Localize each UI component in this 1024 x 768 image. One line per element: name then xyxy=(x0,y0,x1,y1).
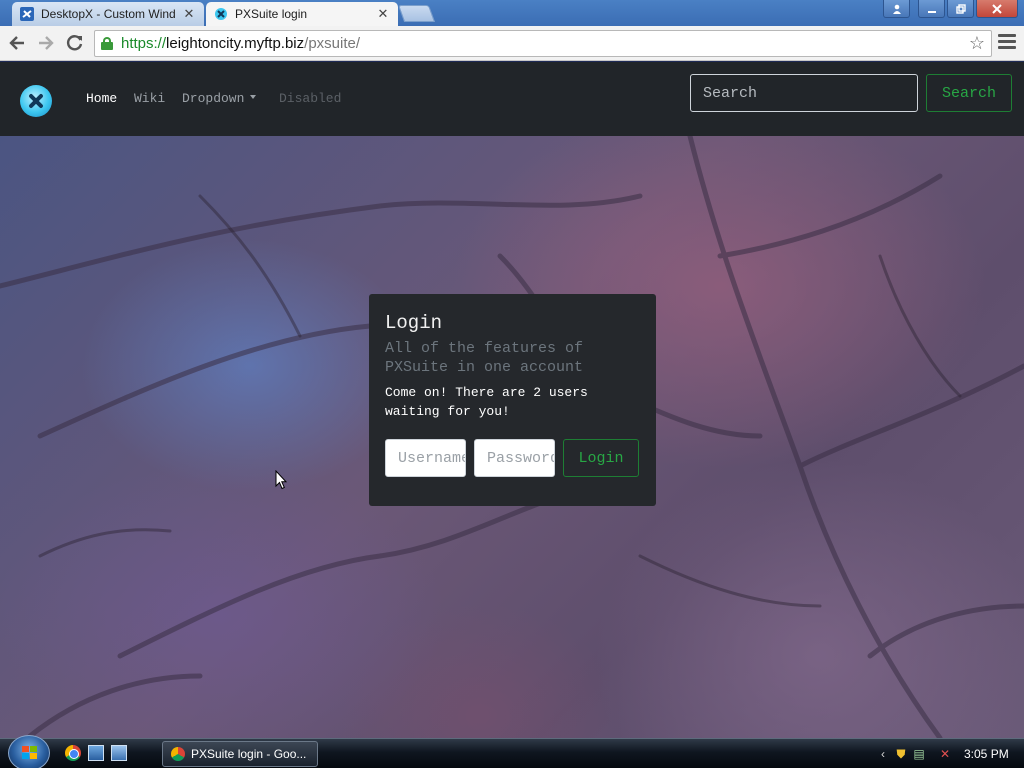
browser-titlebar: DesktopX - Custom Wind ✕ PXSuite login ✕ xyxy=(0,0,1024,26)
username-field[interactable] xyxy=(385,439,466,477)
close-window-button[interactable] xyxy=(976,0,1018,18)
clock[interactable]: 3:05 PM xyxy=(964,747,1009,761)
nav-link-label: Dropdown xyxy=(182,91,245,106)
windows-logo-icon xyxy=(22,746,38,761)
start-button[interactable] xyxy=(8,735,50,768)
address-bar[interactable]: https://leightoncity.myftp.biz/pxsuite/ … xyxy=(94,30,992,57)
taskbar-window-button[interactable]: PXSuite login - Goo... xyxy=(162,741,318,767)
tab-label: DesktopX - Custom Wind xyxy=(41,7,176,21)
tab-desktopx[interactable]: DesktopX - Custom Wind ✕ xyxy=(12,2,204,26)
mouse-cursor-icon xyxy=(275,470,287,490)
url-scheme: https:// xyxy=(121,35,167,52)
switch-windows-icon[interactable] xyxy=(111,745,127,761)
chrome-icon xyxy=(171,747,185,761)
volume-muted-icon[interactable]: ✕ xyxy=(938,747,952,761)
star-icon[interactable]: ☆ xyxy=(969,33,985,54)
tab-label: PXSuite login xyxy=(235,7,308,21)
card-title: Login xyxy=(385,312,443,334)
url-path: /pxsuite/ xyxy=(304,35,361,52)
restore-button[interactable] xyxy=(947,0,974,18)
windows-taskbar: PXSuite login - Goo... ‹ ⛊ ▤ ✕ 3:05 PM xyxy=(0,735,1024,768)
forward-arrow-icon[interactable] xyxy=(34,32,58,54)
nav-link-home[interactable]: Home xyxy=(86,91,117,106)
pxsuite-icon xyxy=(215,8,227,20)
tab-pxsuite-login[interactable]: PXSuite login ✕ xyxy=(206,2,398,26)
login-card: Login All of the features of PXSuite in … xyxy=(369,294,656,506)
nav-link-disabled: Disabled xyxy=(279,91,342,106)
user-profile-icon[interactable] xyxy=(883,0,910,18)
security-shield-icon[interactable]: ⛊ xyxy=(894,747,908,761)
show-desktop-icon[interactable] xyxy=(88,745,104,761)
search-button[interactable]: Search xyxy=(926,74,1012,112)
lock-icon xyxy=(101,37,113,50)
new-tab-button[interactable] xyxy=(397,5,436,22)
nav-link-dropdown[interactable]: Dropdown xyxy=(182,91,257,106)
hamburger-menu-icon[interactable] xyxy=(998,34,1016,52)
url-host: leightoncity.myftp.biz xyxy=(166,35,305,52)
search-input[interactable] xyxy=(690,74,918,112)
login-button[interactable]: Login xyxy=(563,439,639,477)
browser-toolbar: https://leightoncity.myftp.biz/pxsuite/ … xyxy=(0,26,1024,61)
site-navbar: Home Wiki Dropdown Disabled Search xyxy=(0,62,1024,136)
chrome-icon[interactable] xyxy=(65,745,81,761)
card-subtitle: All of the features of PXSuite in one ac… xyxy=(385,340,584,376)
system-tray: ‹ ⛊ ▤ ✕ 3:05 PM xyxy=(870,739,1024,768)
pxsuite-logo-icon[interactable] xyxy=(20,85,52,117)
network-icon[interactable]: ▤ xyxy=(912,747,926,761)
caret-down-icon xyxy=(250,95,257,99)
tab-close-icon[interactable]: ✕ xyxy=(376,6,390,22)
desktopx-icon xyxy=(20,7,34,21)
page-viewport: Home Wiki Dropdown Disabled Search Login… xyxy=(0,62,1024,738)
tab-close-icon[interactable]: ✕ xyxy=(182,6,196,22)
reload-icon[interactable] xyxy=(63,32,87,54)
login-form: Login xyxy=(385,439,639,477)
nav-link-wiki[interactable]: Wiki xyxy=(134,91,165,106)
back-arrow-icon[interactable] xyxy=(5,32,29,54)
minimize-button[interactable] xyxy=(918,0,945,18)
tray-chevron-icon[interactable]: ‹ xyxy=(876,747,890,761)
password-field[interactable] xyxy=(474,439,555,477)
window-controls xyxy=(881,0,1018,18)
taskbar-window-label: PXSuite login - Goo... xyxy=(191,747,307,761)
card-message: Come on! There are 2 users waiting for y… xyxy=(385,385,588,419)
